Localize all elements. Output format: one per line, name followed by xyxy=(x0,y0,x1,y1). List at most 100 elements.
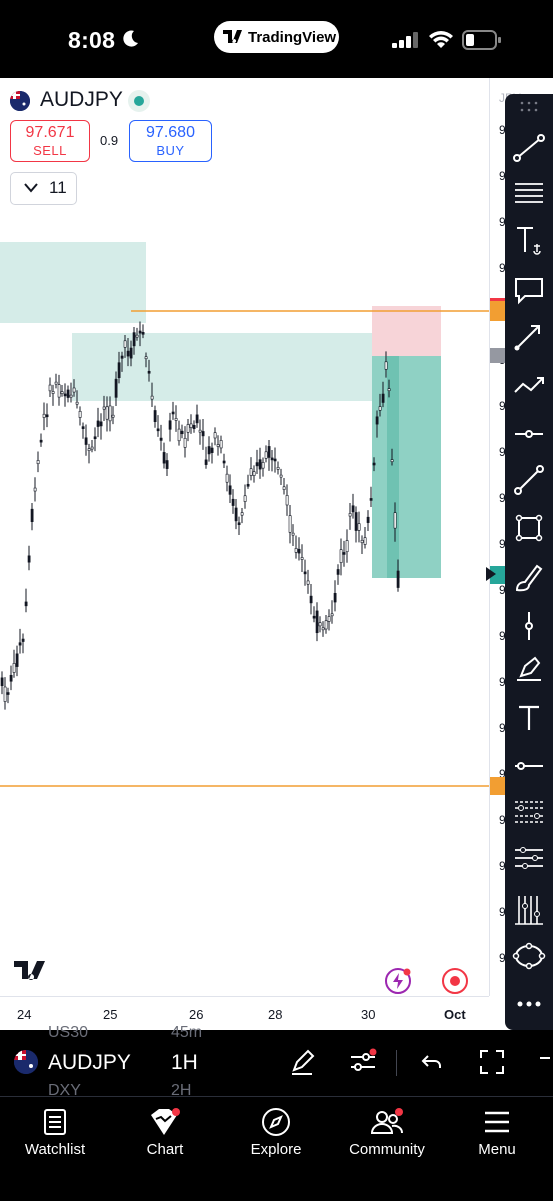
lightning-icon[interactable] xyxy=(384,967,412,995)
candle-body xyxy=(81,426,85,429)
symbol-name[interactable]: AUDJPY xyxy=(40,88,123,112)
candle-body xyxy=(372,462,376,466)
candle-body xyxy=(54,381,58,385)
tool-horizontal-line[interactable] xyxy=(511,748,547,784)
pen-icon[interactable] xyxy=(288,1048,316,1076)
candle-body xyxy=(45,414,49,418)
nav-label: Explore xyxy=(250,1141,302,1158)
indicators-settings-icon[interactable] xyxy=(348,1048,378,1076)
more-icon[interactable] xyxy=(540,1048,553,1076)
candle-body xyxy=(87,448,91,451)
candle-body xyxy=(312,615,316,619)
tool-text[interactable] xyxy=(511,700,547,736)
market-open-status-icon xyxy=(128,90,150,112)
tool-horizontal-ray[interactable] xyxy=(511,416,547,452)
candle-body xyxy=(300,557,304,560)
nav-chart[interactable]: Chart xyxy=(115,1105,215,1158)
tool-fib-retracement[interactable] xyxy=(511,176,547,212)
buy-button[interactable]: 97.680 BUY xyxy=(129,120,212,162)
candle-body xyxy=(147,370,151,374)
tool-gann[interactable] xyxy=(511,892,547,928)
australia-flag-icon xyxy=(14,1050,38,1074)
candle-body xyxy=(57,384,61,398)
nav-community[interactable]: Community xyxy=(337,1105,437,1158)
candle-body xyxy=(51,391,55,394)
interval-selector[interactable]: 1H xyxy=(171,1051,198,1075)
candle-body xyxy=(135,334,139,338)
candle-body xyxy=(84,437,88,445)
candle-body xyxy=(174,418,178,421)
spread-value: 0.9 xyxy=(100,133,119,148)
candle-body xyxy=(105,406,109,420)
undo-icon[interactable] xyxy=(420,1048,444,1076)
candle-body xyxy=(393,512,397,529)
buy-label: BUY xyxy=(156,143,185,158)
fib-retracement-icon xyxy=(515,183,543,203)
candle-body xyxy=(357,523,361,531)
tool-vertical-line[interactable] xyxy=(511,608,547,644)
chart-bottom-toolbar[interactable]: US30 45m AUDJPY 1H DXY 2H xyxy=(0,1024,553,1099)
buy-price: 97.680 xyxy=(146,124,195,141)
candle-body xyxy=(324,620,328,630)
tool-path[interactable] xyxy=(511,366,547,402)
nav-label: Watchlist xyxy=(24,1141,86,1158)
candle-body xyxy=(330,613,334,617)
candle-body xyxy=(276,467,280,470)
fullscreen-icon[interactable] xyxy=(478,1048,506,1076)
indicators-count: 11 xyxy=(49,178,67,197)
tool-pitchfork[interactable] xyxy=(511,840,547,876)
tool-trend-line[interactable] xyxy=(511,130,547,166)
tool-rectangle[interactable] xyxy=(511,510,547,546)
symbol-selector[interactable]: AUDJPY xyxy=(48,1051,131,1075)
tool-ellipse[interactable] xyxy=(511,938,547,974)
candle-body xyxy=(354,512,358,531)
tool-highlighter[interactable] xyxy=(511,652,547,688)
trend-line-icon xyxy=(513,134,545,162)
candle-body xyxy=(375,416,379,425)
candle-body xyxy=(78,410,82,418)
tool-anchored-text[interactable] xyxy=(511,222,547,258)
indicators-toggle[interactable]: 11 xyxy=(10,172,77,205)
nav-menu[interactable]: Menu xyxy=(447,1105,547,1158)
nav-explore[interactable]: Explore xyxy=(226,1105,326,1158)
candle-body xyxy=(165,460,169,469)
price-chart[interactable] xyxy=(0,78,489,996)
candle-body xyxy=(267,446,271,458)
candle-body xyxy=(381,393,385,403)
nav-watchlist[interactable]: Watchlist xyxy=(5,1105,105,1158)
candle-body xyxy=(387,388,391,391)
candle-body xyxy=(240,512,244,516)
candle-body xyxy=(333,592,337,603)
candle-body xyxy=(228,485,232,495)
rectangle-icon xyxy=(515,514,543,542)
wifi-icon xyxy=(429,31,453,48)
horizontal-ray-icon xyxy=(515,430,543,438)
tool-callout[interactable] xyxy=(511,272,547,308)
candle-body xyxy=(189,423,193,428)
chart-area[interactable]: AUDJPY 97.671 SELL 0.9 97.680 BUY 11 JPY… xyxy=(0,78,553,1030)
chart-icon xyxy=(151,1108,180,1135)
tool-more[interactable] xyxy=(511,986,547,1022)
toolbar-divider xyxy=(396,1050,397,1076)
candle-body xyxy=(108,405,112,422)
tradingview-watermark-icon xyxy=(14,961,45,980)
candle-body xyxy=(318,622,322,627)
app-pill[interactable]: TradingView xyxy=(214,21,339,53)
candle-body xyxy=(216,444,220,447)
tool-brush[interactable] xyxy=(511,560,547,596)
tool-line-segment[interactable] xyxy=(511,462,547,498)
tool-arrow[interactable] xyxy=(511,318,547,354)
sell-price: 97.671 xyxy=(25,124,75,141)
candle-body xyxy=(120,355,124,359)
record-icon[interactable] xyxy=(441,967,469,995)
candle-body xyxy=(66,389,70,398)
status-bar: 8:08 TradingView xyxy=(0,0,553,78)
drag-handle-icon[interactable] xyxy=(519,100,539,114)
candle-body xyxy=(249,468,253,476)
candle-body xyxy=(363,537,367,545)
sell-button[interactable]: 97.671 SELL xyxy=(10,120,90,162)
candle-body xyxy=(264,451,268,459)
tool-fib-channel[interactable] xyxy=(511,794,547,830)
bottom-nav[interactable]: Watchlist Chart Explore Community Menu xyxy=(0,1096,553,1201)
drawing-toolbar[interactable] xyxy=(505,94,553,1030)
